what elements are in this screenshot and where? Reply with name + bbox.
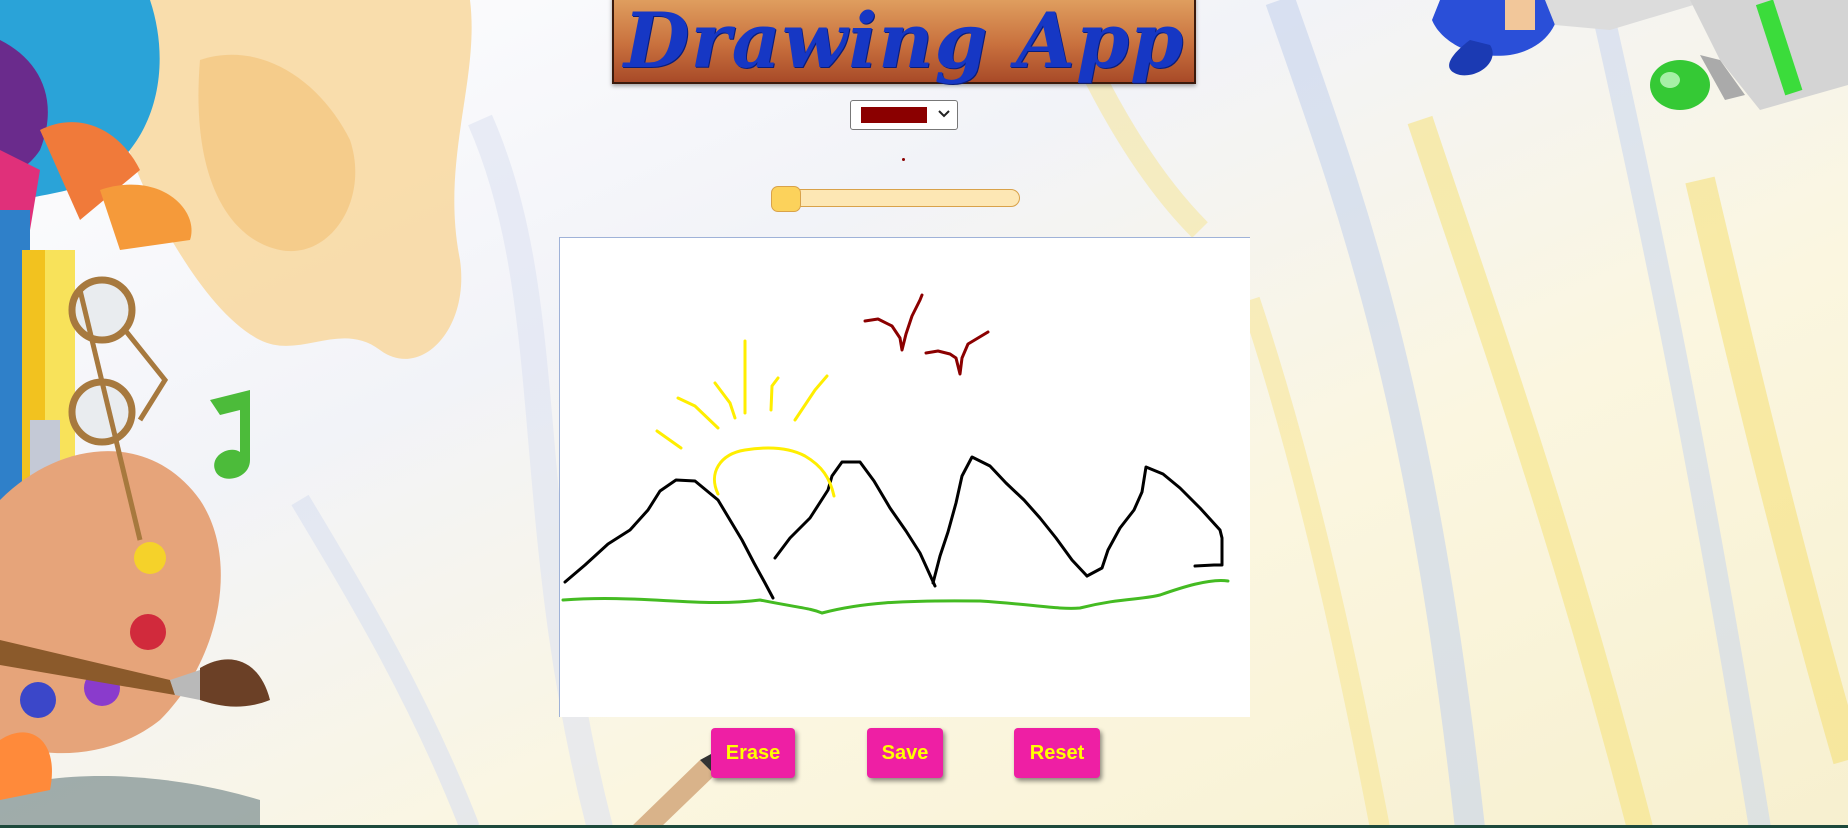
sun-stroke — [712, 446, 836, 498]
brush-size-slider[interactable] — [771, 186, 1022, 212]
slider-thumb[interactable] — [771, 186, 801, 212]
title-banner: Drawing App — [612, 0, 1196, 85]
chevron-down-icon — [938, 110, 950, 118]
sun-ray — [713, 381, 737, 420]
slider-track[interactable] — [772, 189, 1020, 207]
erase-button[interactable]: Erase — [711, 728, 795, 778]
selected-color-swatch — [861, 107, 927, 123]
bird-stroke — [924, 330, 990, 376]
canvas-drawing — [561, 293, 1230, 615]
drawing-canvas[interactable] — [559, 237, 1250, 717]
mountains-stroke — [563, 478, 775, 600]
sun-ray — [769, 376, 780, 412]
app-title: Drawing App — [623, 0, 1185, 85]
mountains-stroke — [773, 460, 937, 588]
bird-stroke — [863, 293, 924, 352]
mountains-stroke — [931, 455, 1089, 585]
save-button[interactable]: Save — [867, 728, 943, 778]
mountains-stroke — [1085, 465, 1224, 578]
color-select[interactable] — [850, 100, 958, 130]
reset-button[interactable]: Reset — [1014, 728, 1100, 778]
sun-ray — [793, 374, 829, 422]
brush-size-preview-dot — [902, 158, 905, 161]
sun-ray — [676, 396, 720, 430]
sun-ray — [655, 429, 683, 450]
grass-stroke — [561, 578, 1230, 615]
